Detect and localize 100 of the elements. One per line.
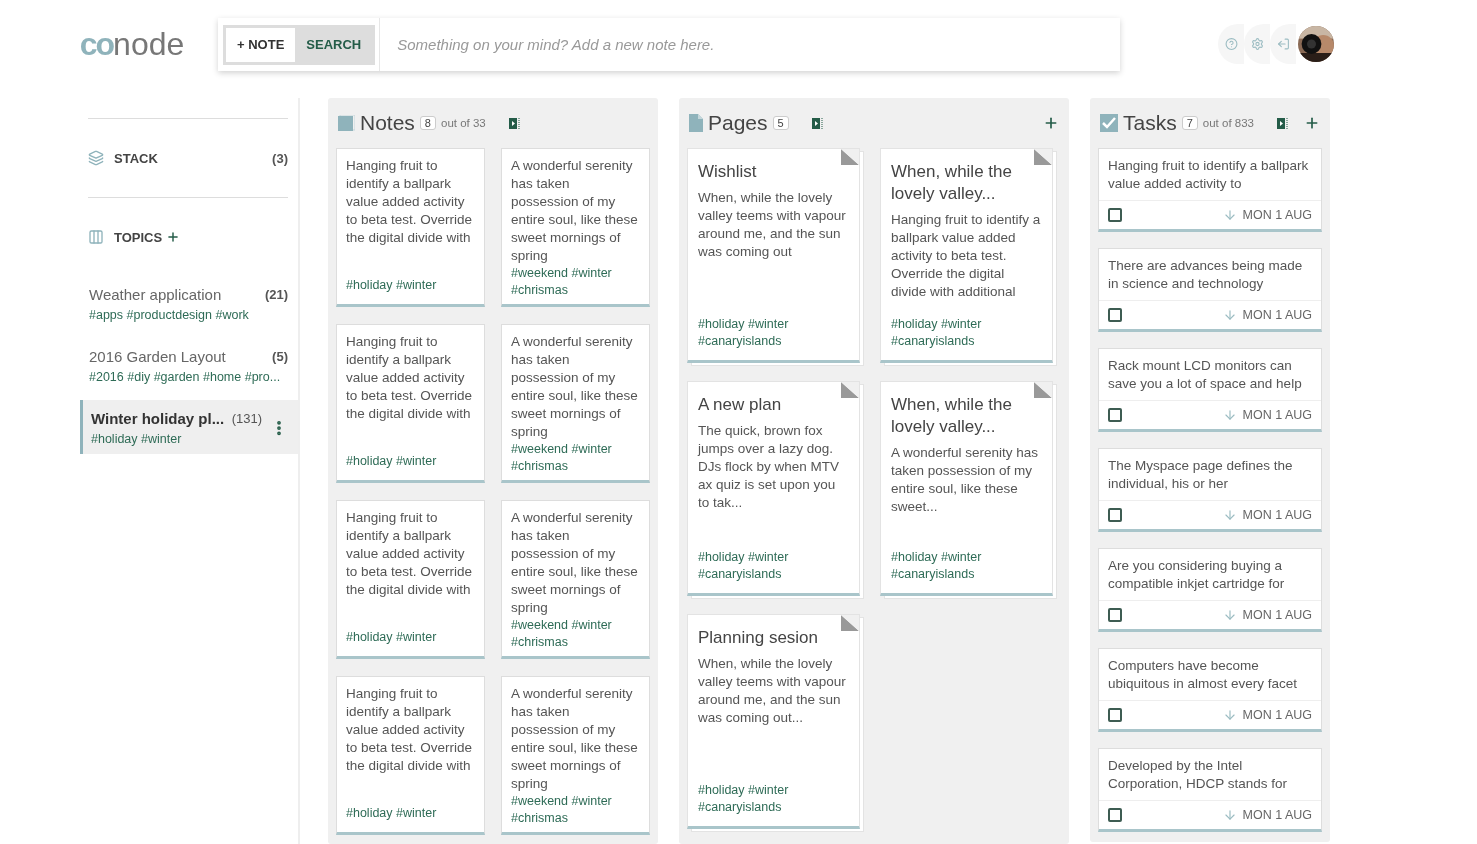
folded-corner-icon [841,382,859,398]
note-card[interactable]: A wonderful serenity has taken possession of my entire soul, like these sweet mornings of spring #weekend #winter #chrismas [501,676,650,835]
note-tags: #weekend #winter #chrismas [511,441,640,475]
page-text: When, while the lovely valley teems with vapour around me, and the sun was coming out... [698,655,847,727]
note-icon [338,115,355,131]
task-date: MON 1 AUG [1242,208,1312,222]
topic-item[interactable]: Weather application (21) #apps #productdesign #work [80,276,298,330]
arrow-down-icon [1222,708,1237,722]
task-text: Are you considering buying a compatible inkjet cartridge for [1099,549,1321,601]
task-checkbox[interactable] [1108,408,1122,422]
note-input[interactable]: Something on your mind? Add a new note here. [379,18,1115,71]
note-card[interactable]: Hanging fruit to identify a ballpark value added activity to beta test. Override the digital divide with #holiday #winter [336,500,485,659]
topic-title: 2016 Garden Layout [89,348,226,365]
note-text: A wonderful serenity has taken possession of my entire soul, like these sweet mornings of spring [511,685,639,793]
panel-toggle-icon[interactable] [1276,117,1288,129]
topic-count: (5) [272,349,288,364]
task-checkbox[interactable] [1108,208,1122,222]
panel-toggle-icon[interactable] [811,117,823,129]
task-checkbox[interactable] [1108,808,1122,822]
task-checkbox[interactable] [1108,608,1122,622]
task-checkbox[interactable] [1108,308,1122,322]
task-text: Developed by the Intel Corporation, HDCP stands for [1099,749,1321,801]
topics-label: TOPICS [114,229,163,245]
note-text: Hanging fruit to identify a ballpark value added activity to beta test. Override the digital divide with [346,509,474,599]
arrow-down-icon [1222,208,1237,222]
settings-icon [1251,37,1264,51]
note-card[interactable]: Hanging fruit to identify a ballpark value added activity to beta test. Override the digital divide with #holiday #winter [336,148,485,307]
layers-icon [88,150,104,166]
note-tags: #weekend #winter #chrismas [511,617,640,651]
page-text: When, while the lovely valley teems with vapour around me, and the sun was coming out [698,189,847,261]
checkbox-icon [1100,114,1118,132]
folded-corner-icon [1034,149,1052,165]
note-text: A wonderful serenity has taken possession of my entire soul, like these sweet mornings of spring [511,509,639,617]
note-tags: #weekend #winter #chrismas [511,793,640,827]
note-tags: #holiday #winter [346,453,475,470]
page-tags: #holiday #winter #canaryislands [698,549,849,583]
note-tags: #holiday #winter [346,277,475,294]
note-text: A wonderful serenity has taken possession of my entire soul, like these sweet mornings of spring [511,157,639,265]
logo: conode [79,26,185,63]
task-text: Rack mount LCD monitors can save you a lot of space and help [1099,349,1321,401]
arrow-down-icon [1222,808,1237,822]
panel-title: Tasks [1123,111,1177,135]
total-count: out of 833 [1202,117,1254,129]
task-date: MON 1 AUG [1242,308,1312,322]
task-text: There are advances being made in science and technology [1099,249,1321,301]
page-tags: #holiday #winter #canaryislands [698,316,849,350]
task-text: Computers have become ubiquitous in almost every facet [1099,649,1321,701]
mode-tab[interactable]: + NOTE [226,27,296,62]
mode-tab[interactable]: SEARCH [295,27,373,62]
topic-tags: #apps #productdesign #work [89,308,288,322]
folded-corner-icon [841,615,859,631]
note-card[interactable]: Hanging fruit to identify a ballpark value added activity to beta test. Override the digital divide with #holiday #winter [336,324,485,483]
page-tags: #holiday #winter #canaryislands [698,782,849,816]
task-date: MON 1 AUG [1242,408,1312,422]
page-tags: #holiday #winter #canaryislands [891,316,1042,350]
note-card[interactable]: A wonderful serenity has taken possession of my entire soul, like these sweet mornings of spring #weekend #winter #chrismas [501,324,650,483]
note-text: Hanging fruit to identify a ballpark value added activity to beta test. Override the digital divide with [346,685,474,775]
columns-icon [88,229,104,245]
page-title: A new plan [698,394,783,416]
task-date: MON 1 AUG [1242,508,1312,522]
topic-item[interactable]: Winter holiday pl... (131) #holiday #winter [80,400,298,454]
page-text: Hanging fruit to identify a ballpark value added activity to beta test. Override the digital divide with additional [891,211,1042,301]
task-date: MON 1 AUG [1242,608,1312,622]
stack-count: (3) [272,150,288,166]
panel-title: Pages [708,111,768,135]
count-badge: 5 [772,116,789,130]
task-checkbox[interactable] [1108,508,1122,522]
topic-count: (21) [264,287,288,302]
logout-icon [1277,37,1290,51]
task-checkbox[interactable] [1108,708,1122,722]
note-card[interactable]: A wonderful serenity has taken possession of my entire soul, like these sweet mornings of spring #weekend #winter #chrismas [501,500,650,659]
page-text: The quick, brown fox jumps over a lazy dog. DJs flock by when MTV ax quiz is set upon you to tak... [698,422,841,512]
topic-tags: #2016 #diy #garden #home #pro... [89,370,288,384]
note-card[interactable]: Hanging fruit to identify a ballpark value added activity to beta test. Override the digital divide with #holiday #winter [336,676,485,835]
page-title: When, while the lovely valley... [891,161,1013,205]
arrow-down-icon [1222,308,1237,322]
page-text: A wonderful serenity has taken possession of my entire soul, like these sweet... [891,444,1040,516]
topic-item[interactable]: 2016 Garden Layout (5) #2016 #diy #garden #home #pro... [80,338,298,392]
topic-count: (131) [231,411,262,426]
total-count: out of 33 [441,117,486,129]
topic-tags: #holiday #winter [91,432,262,446]
page-title: Wishlist [698,161,758,183]
folded-corner-icon [1034,382,1052,398]
arrow-down-icon [1222,608,1237,622]
arrow-down-icon [1222,508,1237,522]
note-tags: #weekend #winter #chrismas [511,265,640,299]
page-tags: #holiday #winter #canaryislands [891,549,1042,583]
task-text: Hanging fruit to identify a ballpark value added activity to [1099,149,1321,201]
add-topic-icon[interactable] [166,230,181,244]
count-badge: 7 [1181,116,1198,130]
page-title: When, while the lovely valley... [891,394,1013,438]
task-text: The Myspace page defines the individual, his or her [1099,449,1321,501]
panel-toggle-icon[interactable] [508,117,520,129]
note-tags: #holiday #winter [346,629,475,646]
task-date: MON 1 AUG [1242,708,1312,722]
page-title: Planning sesion [698,627,820,649]
topic-title: Winter holiday pl... [91,410,225,427]
stack-label[interactable]: STACK [114,150,158,166]
note-text: A wonderful serenity has taken possession of my entire soul, like these sweet mornings of spring [511,333,639,441]
note-card[interactable]: A wonderful serenity has taken possession of my entire soul, like these sweet mornings of spring #weekend #winter #chrismas [501,148,650,307]
